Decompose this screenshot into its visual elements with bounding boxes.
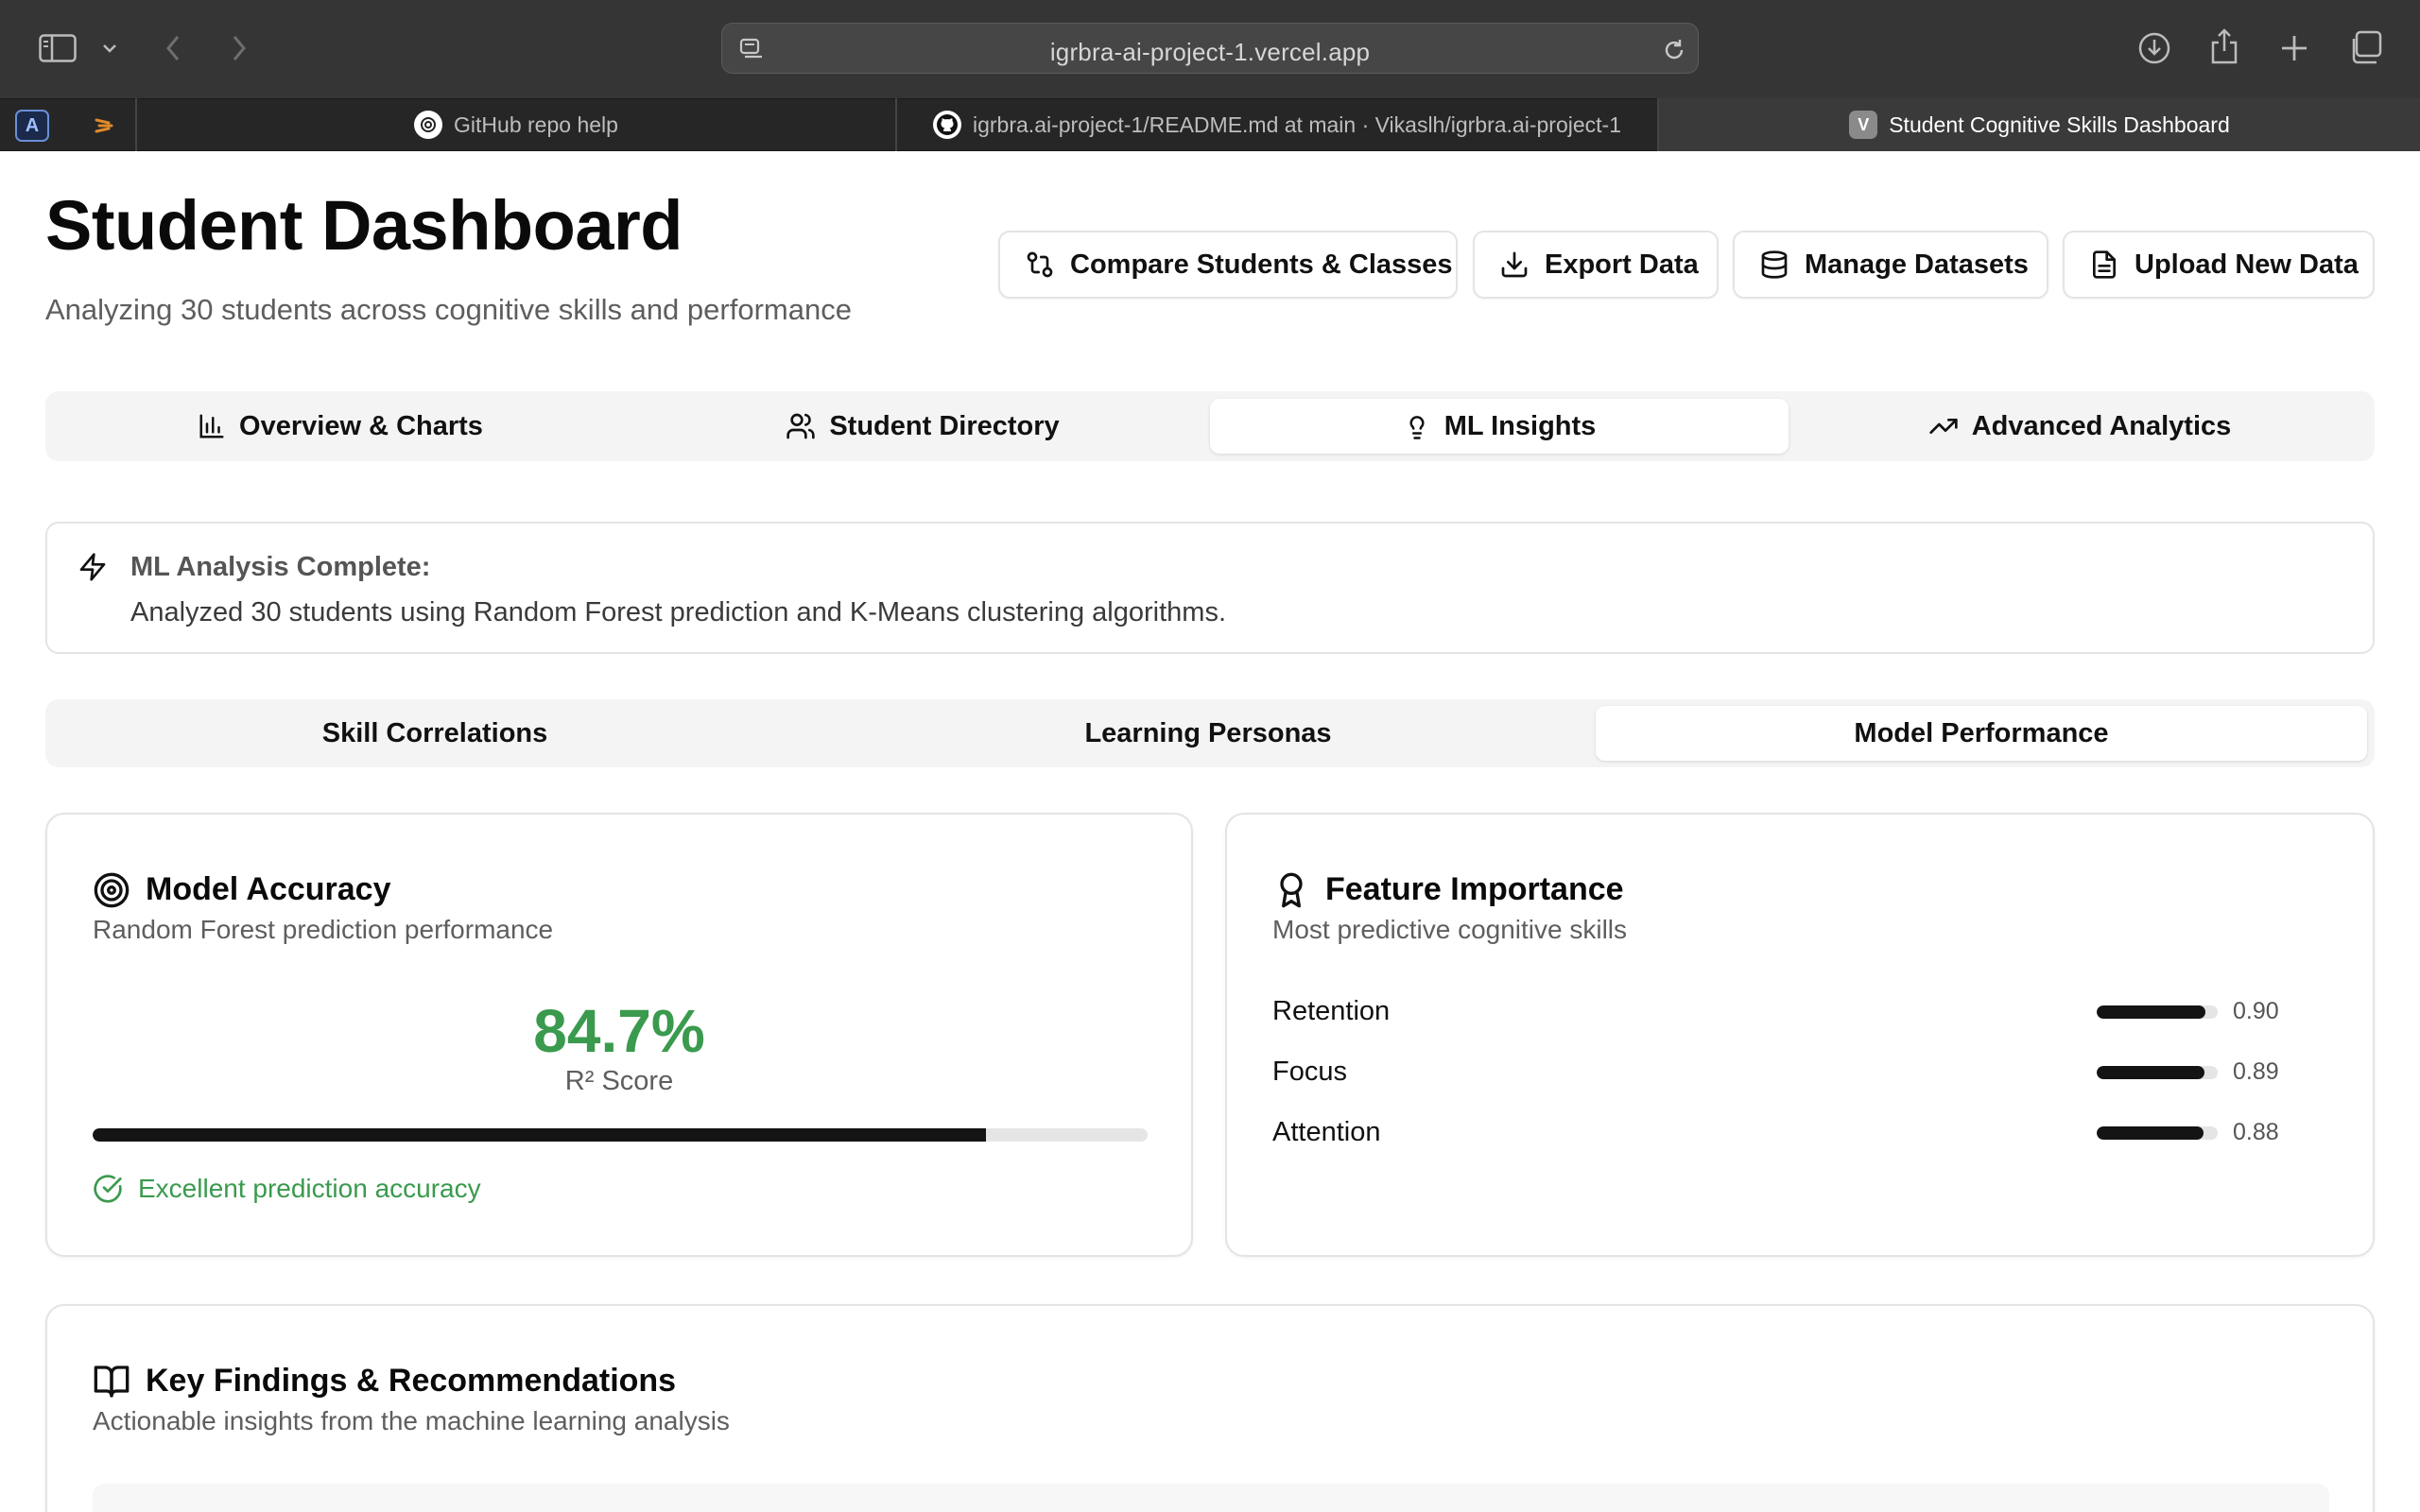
feature-importance-card: Feature Importance Most predictive cogni… xyxy=(1225,813,2375,1257)
tab-model-performance[interactable]: Model Performance xyxy=(1596,706,2367,761)
feature-row: Focus 0.89 xyxy=(1272,1053,2293,1091)
pinned-tab-claude[interactable] xyxy=(87,110,121,142)
button-label: Export Data xyxy=(1545,249,1699,280)
tab-label: GitHub repo help xyxy=(454,112,618,137)
bar-chart-icon xyxy=(199,414,224,438)
file-text-icon xyxy=(2093,250,2116,279)
database-icon xyxy=(1761,250,1788,279)
feature-name: Attention xyxy=(1272,1117,1381,1147)
target-icon xyxy=(93,871,130,914)
book-open-icon xyxy=(93,1363,130,1405)
accuracy-note: Excellent prediction accuracy xyxy=(93,1174,481,1204)
tab-overview-icon[interactable] xyxy=(2346,28,2384,66)
feature-bar-fill xyxy=(2097,1126,2204,1140)
tab-github-repo-help[interactable]: GitHub repo help xyxy=(137,98,895,151)
feature-name: Focus xyxy=(1272,1057,1347,1087)
github-icon xyxy=(933,111,961,139)
users-icon xyxy=(786,413,815,439)
model-accuracy-card: Model Accuracy Random Forest prediction … xyxy=(45,813,1193,1257)
feature-name: Retention xyxy=(1272,996,1391,1026)
alert-title: ML Analysis Complete: xyxy=(130,552,431,582)
git-compare-icon xyxy=(1027,251,1053,278)
tab-advanced-analytics[interactable]: Advanced Analytics xyxy=(1792,399,2367,454)
award-icon xyxy=(1272,871,1310,914)
accuracy-progress-fill xyxy=(93,1128,987,1142)
button-label: Compare Students & Classes xyxy=(1070,249,1453,280)
upload-new-data-button[interactable]: Upload New Data xyxy=(2063,231,2375,299)
downloads-icon[interactable] xyxy=(2136,30,2172,66)
card-subtitle: Actionable insights from the machine lea… xyxy=(93,1406,730,1435)
accuracy-value: 84.7% xyxy=(533,997,705,1065)
tab-overview-charts[interactable]: Overview & Charts xyxy=(53,399,628,454)
ml-sub-tabs: Skill Correlations Learning Personas Mod… xyxy=(45,699,2375,767)
address-bar[interactable]: igrbra-ai-project-1.vercel.app xyxy=(721,23,1699,74)
openai-icon xyxy=(414,111,443,139)
tab-learning-personas[interactable]: Learning Personas xyxy=(826,706,1590,761)
pinned-tab-letter: A xyxy=(25,114,40,136)
card-title: Feature Importance xyxy=(1325,871,1624,907)
feature-bar-fill xyxy=(2097,1066,2204,1079)
feature-bar xyxy=(2097,1126,2218,1140)
feature-value: 0.88 xyxy=(2233,1119,2279,1145)
tab-skill-correlations[interactable]: Skill Correlations xyxy=(53,706,817,761)
tab-ml-insights[interactable]: ML Insights xyxy=(1210,399,1789,454)
card-subtitle: Most predictive cognitive skills xyxy=(1272,915,1628,944)
page-title: Student Dashboard xyxy=(45,186,683,265)
feature-value: 0.90 xyxy=(2233,998,2279,1024)
alert-body: Analyzed 30 students using Random Forest… xyxy=(130,597,1226,627)
page-subtitle: Analyzing 30 students across cognitive s… xyxy=(45,293,852,326)
export-data-button[interactable]: Export Data xyxy=(1473,231,1719,299)
tab-readme[interactable]: igrbra.ai-project-1/README.md at main · … xyxy=(897,98,1657,151)
lightbulb-icon xyxy=(1409,416,1425,439)
sidebar-toggle-icon[interactable] xyxy=(36,32,79,64)
main-tabs: Overview & Charts Student Directory ML I… xyxy=(45,391,2375,461)
feature-value: 0.89 xyxy=(2233,1058,2279,1085)
forward-icon[interactable] xyxy=(225,30,253,66)
key-findings-card: Key Findings & Recommendations Actionabl… xyxy=(45,1304,2375,1512)
compare-students-button[interactable]: Compare Students & Classes xyxy=(998,231,1458,299)
tab-label: igrbra.ai-project-1/README.md at main · … xyxy=(973,112,1621,137)
feature-bar xyxy=(2097,1005,2218,1019)
accuracy-metric-label: R² Score xyxy=(564,1066,674,1096)
new-tab-icon[interactable] xyxy=(2276,30,2312,66)
tab-label: Student Directory xyxy=(829,410,1060,441)
v-favicon-icon: V xyxy=(1849,111,1878,139)
back-icon[interactable] xyxy=(159,30,187,66)
download-icon xyxy=(1501,251,1528,278)
trending-up-icon xyxy=(1929,419,1958,434)
finding-item xyxy=(93,1484,2329,1512)
ml-analysis-alert: ML Analysis Complete: Analyzed 30 studen… xyxy=(45,522,2375,654)
card-title: Model Accuracy xyxy=(146,871,391,907)
manage-datasets-button[interactable]: Manage Datasets xyxy=(1733,231,2048,299)
chevron-down-icon[interactable] xyxy=(98,38,121,59)
tab-label: Advanced Analytics xyxy=(1971,410,2232,441)
tab-student-dashboard[interactable]: V Student Cognitive Skills Dashboard xyxy=(1659,98,2420,151)
share-icon[interactable] xyxy=(2206,26,2242,66)
card-subtitle: Random Forest prediction performance xyxy=(93,915,554,944)
accuracy-progress-bar xyxy=(93,1128,1148,1142)
accuracy-note-text: Excellent prediction accuracy xyxy=(138,1174,481,1203)
feature-bar-fill xyxy=(2097,1005,2206,1019)
feature-row: Attention 0.88 xyxy=(1272,1113,2293,1151)
tab-label: Overview & Charts xyxy=(239,410,483,441)
feature-row: Retention 0.90 xyxy=(1272,992,2293,1030)
zap-icon xyxy=(76,550,110,584)
url-text[interactable]: igrbra-ai-project-1.vercel.app xyxy=(722,38,1698,67)
feature-bar xyxy=(2097,1066,2218,1079)
reload-icon[interactable] xyxy=(1660,36,1688,64)
tab-student-directory[interactable]: Student Directory xyxy=(635,399,1210,454)
card-title: Key Findings & Recommendations xyxy=(146,1363,677,1399)
tab-label: ML Insights xyxy=(1443,410,1597,441)
button-label: Manage Datasets xyxy=(1805,249,2029,280)
pinned-tab-a[interactable]: A xyxy=(15,110,49,142)
button-label: Upload New Data xyxy=(2135,249,2359,280)
tab-label: Student Cognitive Skills Dashboard xyxy=(1889,112,2230,137)
check-circle-icon xyxy=(94,1175,122,1203)
